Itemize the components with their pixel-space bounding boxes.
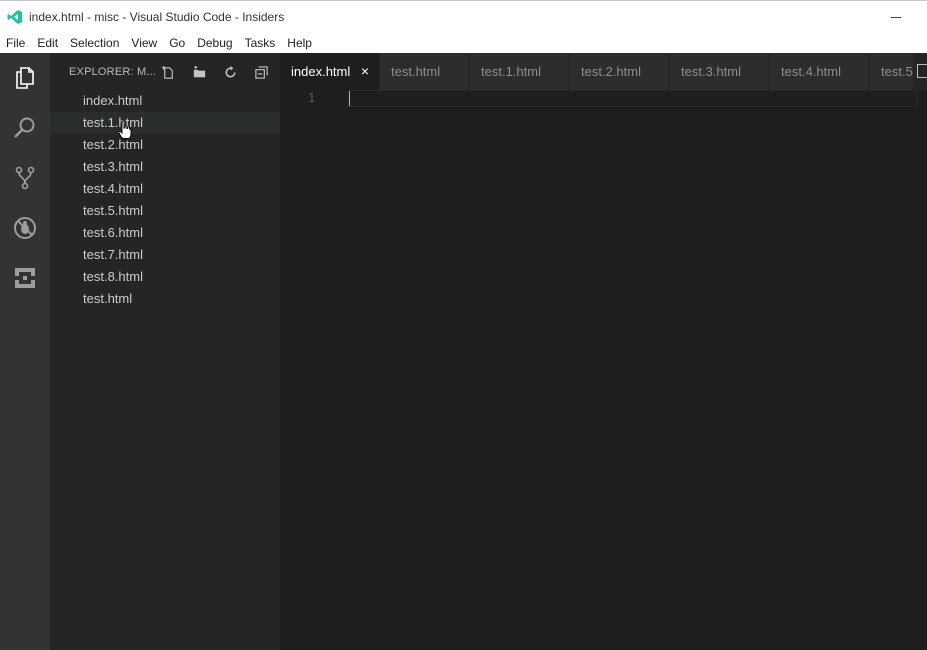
file-list: index.html test.1.html test.2.html test.… bbox=[50, 90, 280, 310]
editor-tabs: index.html × test.html test.1.html test.… bbox=[280, 53, 927, 90]
window-title: index.html - misc - Visual Studio Code -… bbox=[29, 10, 285, 24]
tab-label: test.1.html bbox=[481, 64, 541, 79]
tab-label: test.2.html bbox=[581, 64, 641, 79]
menu-edit[interactable]: Edit bbox=[31, 33, 64, 53]
current-line-highlight bbox=[348, 90, 918, 107]
tab-test-html[interactable]: test.html bbox=[380, 53, 470, 90]
menu-go[interactable]: Go bbox=[163, 33, 191, 53]
collapse-all-icon[interactable] bbox=[246, 63, 277, 81]
new-file-icon[interactable] bbox=[153, 63, 184, 81]
minimize-button[interactable] bbox=[889, 10, 905, 24]
file-item-test-3-html[interactable]: test.3.html bbox=[50, 156, 280, 178]
source-control-icon[interactable] bbox=[0, 153, 50, 203]
refresh-icon[interactable] bbox=[215, 63, 246, 81]
title-bar: index.html - misc - Visual Studio Code -… bbox=[0, 0, 927, 33]
editor-area[interactable]: 1 bbox=[280, 90, 927, 650]
tab-label: test.3.html bbox=[681, 64, 741, 79]
tab-label: test.5.html bbox=[881, 64, 913, 79]
menu-tasks[interactable]: Tasks bbox=[239, 33, 282, 53]
file-item-test-2-html[interactable]: test.2.html bbox=[50, 134, 280, 156]
split-editor-icon[interactable] bbox=[917, 64, 927, 78]
menu-file[interactable]: File bbox=[0, 33, 31, 53]
tab-test-5-html[interactable]: test.5.html bbox=[870, 53, 914, 90]
tab-index-html[interactable]: index.html × bbox=[280, 53, 380, 90]
hand-cursor-icon bbox=[118, 120, 132, 139]
menu-help[interactable]: Help bbox=[281, 33, 318, 53]
new-folder-icon[interactable] bbox=[184, 63, 215, 81]
file-item-test-8-html[interactable]: test.8.html bbox=[50, 266, 280, 288]
file-item-index-html[interactable]: index.html bbox=[50, 90, 280, 112]
explorer-title: EXPLORER: M... bbox=[69, 65, 157, 78]
file-item-test-4-html[interactable]: test.4.html bbox=[50, 178, 280, 200]
vscode-insiders-icon bbox=[7, 10, 22, 24]
tab-test-4-html[interactable]: test.4.html bbox=[770, 53, 870, 90]
activity-bar bbox=[0, 53, 50, 650]
menu-view[interactable]: View bbox=[125, 33, 163, 53]
file-item-test-5-html[interactable]: test.5.html bbox=[50, 200, 280, 222]
line-number: 1 bbox=[308, 91, 316, 105]
explorer-actions bbox=[153, 63, 277, 81]
menu-debug[interactable]: Debug bbox=[191, 33, 238, 53]
file-item-test-7-html[interactable]: test.7.html bbox=[50, 244, 280, 266]
tab-test-2-html[interactable]: test.2.html bbox=[570, 53, 670, 90]
tab-label: test.html bbox=[391, 64, 441, 79]
extensions-icon[interactable] bbox=[0, 253, 50, 303]
menu-bar: File Edit Selection View Go Debug Tasks … bbox=[0, 33, 927, 53]
tab-label: index.html bbox=[291, 64, 351, 79]
explorer-sidebar: EXPLORER: M... index.html test.1.html te… bbox=[50, 53, 280, 650]
text-caret bbox=[349, 91, 350, 106]
tab-test-3-html[interactable]: test.3.html bbox=[670, 53, 770, 90]
tab-test-1-html[interactable]: test.1.html bbox=[470, 53, 570, 90]
file-item-test-6-html[interactable]: test.6.html bbox=[50, 222, 280, 244]
tab-label: test.4.html bbox=[781, 64, 841, 79]
menu-selection[interactable]: Selection bbox=[64, 33, 125, 53]
debug-icon[interactable] bbox=[0, 203, 50, 253]
close-icon[interactable]: × bbox=[361, 53, 369, 90]
file-item-test-html[interactable]: test.html bbox=[50, 288, 280, 310]
search-icon[interactable] bbox=[0, 103, 50, 153]
files-icon[interactable] bbox=[0, 53, 50, 103]
file-item-test-1-html[interactable]: test.1.html bbox=[50, 112, 280, 134]
